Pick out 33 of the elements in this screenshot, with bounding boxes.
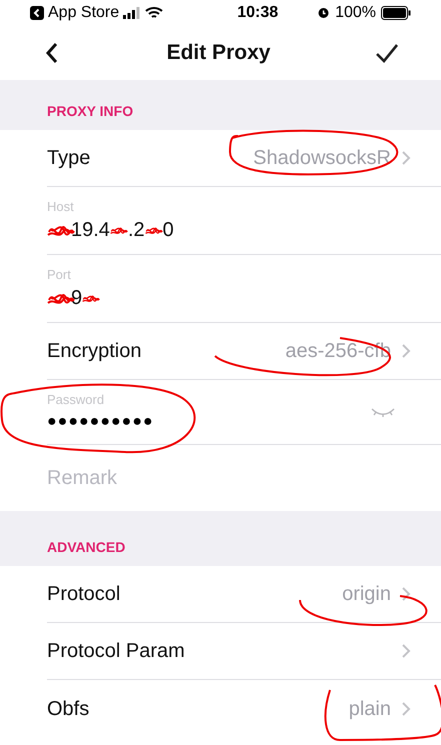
redaction-scribble <box>144 224 163 236</box>
wifi-icon <box>145 6 164 20</box>
checkmark-icon <box>375 42 399 62</box>
chevron-icon <box>401 700 411 716</box>
back-app-label[interactable]: App Store <box>48 0 120 24</box>
field-caption: Host <box>47 198 75 216</box>
battery-percent: 100% <box>335 2 376 22</box>
back-chevron-icon <box>45 42 59 64</box>
section-header: PROXY INFO <box>47 102 134 121</box>
status-time: 10:38 <box>236 2 280 22</box>
input-field[interactable]: 19.4 .2 0 <box>47 216 411 244</box>
signal-icon <box>123 6 142 18</box>
select-row[interactable]: Type ShadowsocksR <box>47 130 441 187</box>
back-icon <box>30 6 44 20</box>
chevron-icon <box>401 150 411 166</box>
eye-closed-icon <box>370 406 396 418</box>
password-field[interactable]: ●●●●●●●●●● <box>47 410 154 434</box>
alarm-icon <box>317 6 330 19</box>
redaction-scribble <box>110 224 128 236</box>
chevron-icon <box>401 343 411 359</box>
select-row[interactable]: Protocol origin <box>47 566 441 623</box>
section-header: ADVANCED <box>47 538 126 557</box>
nav-title: Edit Proxy <box>166 40 270 66</box>
input-field[interactable]: Remark <box>47 463 411 493</box>
redaction-scribble <box>82 292 100 304</box>
field-caption: Password <box>47 391 106 410</box>
battery-icon <box>381 6 411 20</box>
select-row[interactable]: Obfs plain <box>47 680 441 737</box>
field-caption: Port <box>47 266 72 284</box>
chevron-icon <box>401 586 411 602</box>
input-field[interactable]: 9 <box>47 284 411 312</box>
chevron-icon <box>401 643 411 659</box>
select-row[interactable]: Protocol Param <box>47 623 441 680</box>
